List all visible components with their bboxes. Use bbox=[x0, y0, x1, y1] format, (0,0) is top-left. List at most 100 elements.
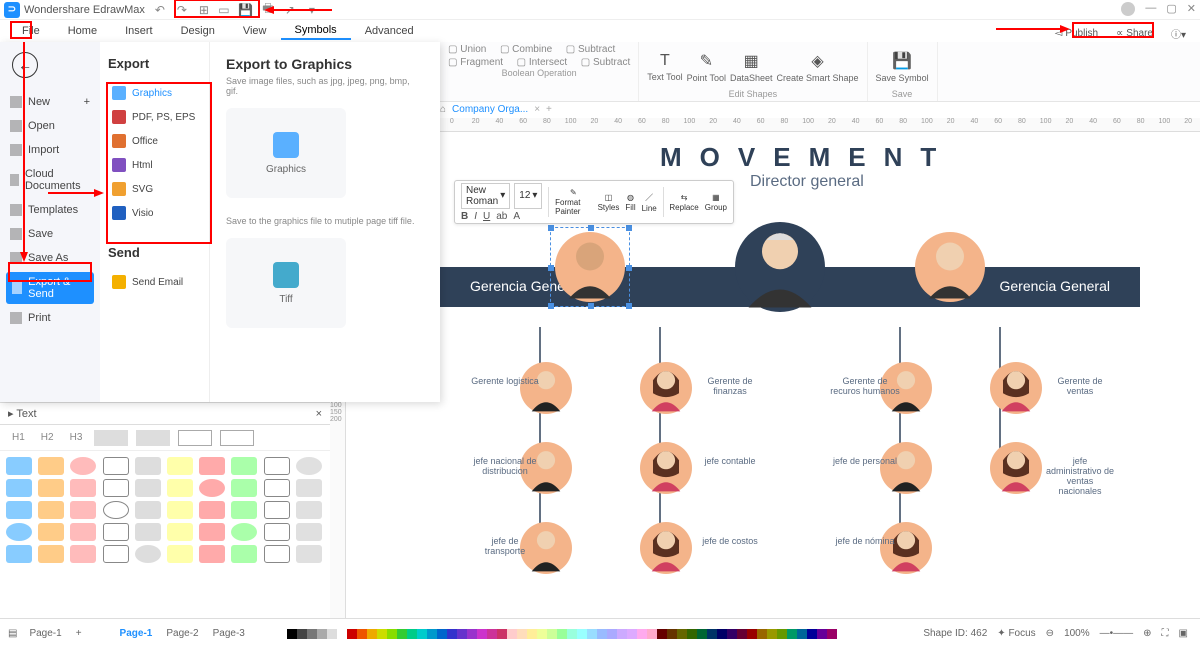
close-icon[interactable]: ✕ bbox=[1187, 2, 1196, 16]
palette-swatch[interactable] bbox=[677, 629, 687, 639]
palette-swatch[interactable] bbox=[397, 629, 407, 639]
palette-swatch[interactable] bbox=[667, 629, 677, 639]
menu-tab-symbols[interactable]: Symbols bbox=[281, 22, 351, 40]
file-menu-import[interactable]: Import bbox=[0, 138, 100, 162]
open-icon[interactable]: ▭ bbox=[217, 3, 231, 17]
zoom-in-icon[interactable]: ⊕ bbox=[1143, 628, 1151, 639]
line-button[interactable]: ／Line bbox=[642, 192, 657, 213]
combine-button[interactable]: ▢ Combine bbox=[500, 44, 552, 55]
page-tab[interactable]: Page-3 bbox=[213, 628, 245, 639]
datasheet-button[interactable]: ▦DataSheet bbox=[730, 51, 773, 83]
export-office[interactable]: Office bbox=[108, 129, 201, 153]
shape-thumbnail[interactable] bbox=[38, 501, 64, 519]
palette-swatch[interactable] bbox=[567, 629, 577, 639]
shape-thumbnail[interactable] bbox=[103, 457, 129, 475]
group-button[interactable]: ▦Group bbox=[705, 193, 727, 212]
size-dropdown[interactable]: 12 ▾ bbox=[514, 183, 542, 209]
floating-toolbar[interactable]: New Roman ▾ 12 ▾ B I U ab A ✎Format Pain… bbox=[454, 180, 734, 224]
format-painter-button[interactable]: ✎Format Painter bbox=[555, 188, 591, 216]
shape-thumbnail[interactable] bbox=[199, 501, 225, 519]
palette-swatch[interactable] bbox=[647, 629, 657, 639]
page-tab[interactable]: Page-2 bbox=[166, 628, 198, 639]
palette-swatch[interactable] bbox=[587, 629, 597, 639]
shape-thumbnail[interactable] bbox=[38, 457, 64, 475]
file-menu-new[interactable]: New+ bbox=[0, 90, 100, 114]
publish-button[interactable]: ◅ Publish bbox=[1049, 26, 1105, 41]
h2-tab[interactable]: H2 bbox=[37, 430, 58, 445]
palette-swatch[interactable] bbox=[577, 629, 587, 639]
shape-thumbnail[interactable] bbox=[231, 501, 257, 519]
org-node[interactable] bbox=[640, 442, 692, 494]
menu-tab-file[interactable]: File bbox=[8, 23, 54, 39]
palette-swatch[interactable] bbox=[807, 629, 817, 639]
menu-tab-design[interactable]: Design bbox=[167, 23, 229, 39]
shape-thumbnail[interactable] bbox=[6, 479, 32, 497]
shape-thumbnail[interactable] bbox=[135, 545, 161, 563]
shape-thumbnail[interactable] bbox=[70, 545, 96, 563]
shape-thumbnail[interactable] bbox=[38, 479, 64, 497]
fill-button[interactable]: ◍Fill bbox=[625, 193, 635, 212]
shape-thumbnail[interactable] bbox=[38, 523, 64, 541]
shape-thumbnail[interactable] bbox=[135, 457, 161, 475]
palette-swatch[interactable] bbox=[817, 629, 827, 639]
palette-swatch[interactable] bbox=[717, 629, 727, 639]
file-menu-open[interactable]: Open bbox=[0, 114, 100, 138]
shape-thumbnail[interactable] bbox=[264, 545, 290, 563]
palette-swatch[interactable] bbox=[727, 629, 737, 639]
zoom-slider[interactable]: —•—— bbox=[1100, 628, 1134, 639]
export-icon[interactable]: ↗ bbox=[283, 3, 297, 17]
help-icon[interactable]: ⓘ▾ bbox=[1165, 24, 1192, 43]
shape-thumbnail[interactable] bbox=[135, 479, 161, 497]
org-node[interactable] bbox=[520, 362, 572, 414]
style-swatch[interactable] bbox=[136, 430, 170, 446]
palette-swatch[interactable] bbox=[467, 629, 477, 639]
org-node[interactable] bbox=[990, 362, 1042, 414]
palette-swatch[interactable] bbox=[317, 629, 327, 639]
intersect-button[interactable]: ▢ Intersect bbox=[517, 57, 568, 68]
palette-swatch[interactable] bbox=[357, 629, 367, 639]
styles-button[interactable]: ◫Styles bbox=[598, 193, 620, 212]
shape-thumbnail[interactable] bbox=[167, 501, 193, 519]
shape-thumbnail[interactable] bbox=[103, 501, 129, 519]
page-tab[interactable]: Page-1 bbox=[120, 628, 153, 639]
palette-swatch[interactable] bbox=[697, 629, 707, 639]
style-swatch[interactable] bbox=[220, 430, 254, 446]
add-page-icon[interactable]: + bbox=[76, 628, 82, 639]
subtract-button[interactable]: ▢ Subtract bbox=[566, 44, 615, 55]
new-icon[interactable]: ⊞ bbox=[197, 3, 211, 17]
palette-swatch[interactable] bbox=[417, 629, 427, 639]
minimize-icon[interactable]: — bbox=[1145, 2, 1156, 16]
shape-thumbnail[interactable] bbox=[103, 479, 129, 497]
point-tool-button[interactable]: ✎Point Tool bbox=[687, 51, 726, 83]
save-icon[interactable]: 💾 bbox=[239, 3, 253, 17]
palette-swatch[interactable] bbox=[787, 629, 797, 639]
shape-thumbnail[interactable] bbox=[167, 523, 193, 541]
palette-swatch[interactable] bbox=[407, 629, 417, 639]
union-button[interactable]: ▢ Union bbox=[448, 44, 486, 55]
palette-swatch[interactable] bbox=[527, 629, 537, 639]
org-node-director[interactable] bbox=[735, 222, 825, 312]
shape-thumbnail[interactable] bbox=[264, 501, 290, 519]
save-symbol-button[interactable]: 💾Save Symbol bbox=[876, 51, 929, 83]
style-swatch[interactable] bbox=[94, 430, 128, 446]
palette-swatch[interactable] bbox=[557, 629, 567, 639]
palette-swatch[interactable] bbox=[597, 629, 607, 639]
shape-thumbnail[interactable] bbox=[199, 479, 225, 497]
shape-thumbnail[interactable] bbox=[199, 523, 225, 541]
font-dropdown[interactable]: New Roman ▾ bbox=[461, 183, 510, 209]
document-tab[interactable]: Company Orga... bbox=[452, 104, 528, 115]
palette-swatch[interactable] bbox=[757, 629, 767, 639]
maximize-icon[interactable]: ▢ bbox=[1166, 2, 1176, 16]
palette-swatch[interactable] bbox=[437, 629, 447, 639]
shape-thumbnail[interactable] bbox=[231, 479, 257, 497]
file-menu-export-send[interactable]: Export & Send bbox=[6, 272, 94, 304]
palette-swatch[interactable] bbox=[287, 629, 297, 639]
style-swatch[interactable] bbox=[178, 430, 212, 446]
shape-thumbnail[interactable] bbox=[167, 545, 193, 563]
focus-button[interactable]: ✦ Focus bbox=[997, 628, 1035, 639]
palette-swatch[interactable] bbox=[607, 629, 617, 639]
export-svg[interactable]: SVG bbox=[108, 177, 201, 201]
shape-thumbnail[interactable] bbox=[135, 501, 161, 519]
file-menu-save-as[interactable]: Save As bbox=[0, 246, 100, 270]
file-menu-templates[interactable]: Templates bbox=[0, 198, 100, 222]
